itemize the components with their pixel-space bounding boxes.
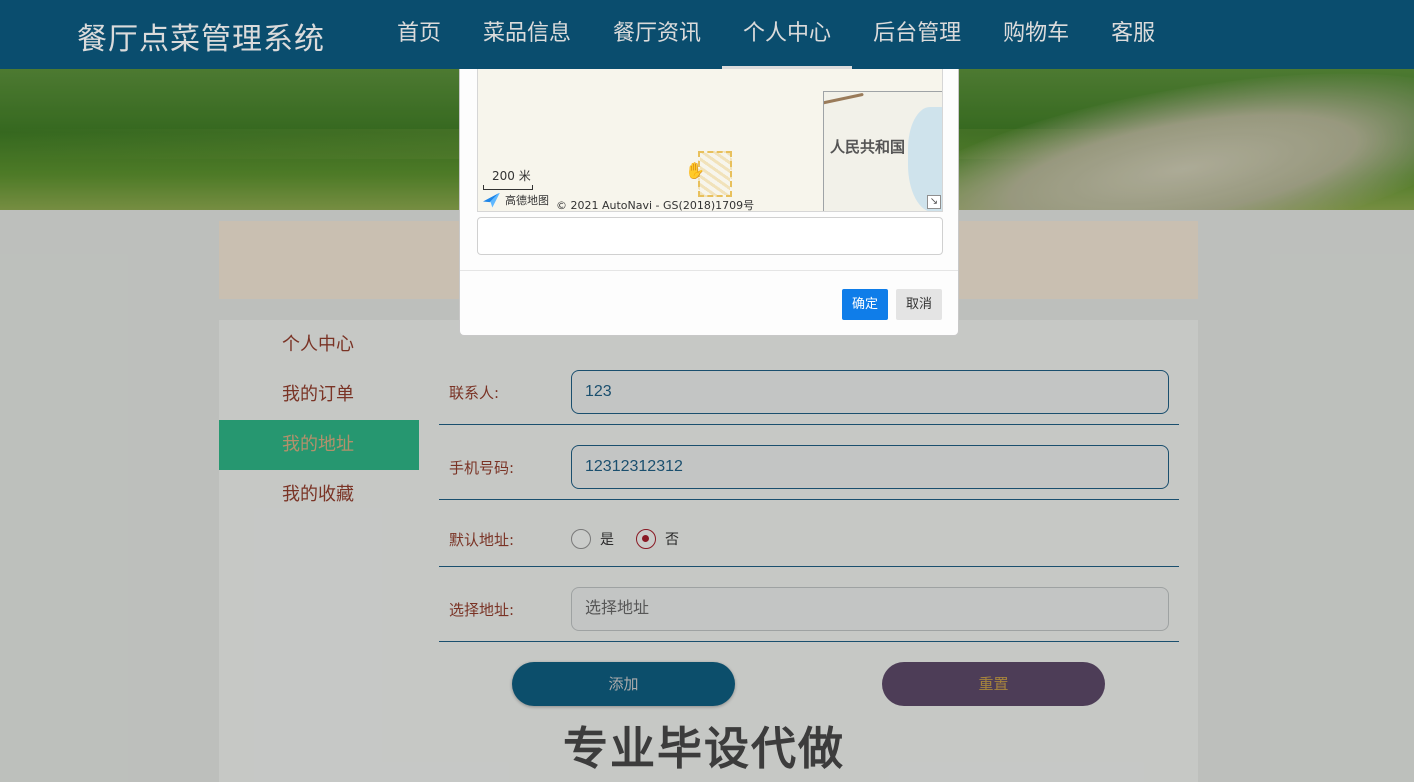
overview-coastline — [824, 92, 864, 107]
add-button[interactable]: 添加 — [512, 662, 735, 706]
main-nav: 首页 菜品信息 餐厅资讯 个人中心 后台管理 购物车 客服 — [376, 0, 1176, 69]
reset-button[interactable]: 重置 — [882, 662, 1105, 706]
map-copyright: © 2021 AutoNavi - GS(2018)1709号 — [556, 199, 755, 212]
radio-no[interactable]: 否 — [636, 529, 679, 549]
dialog-footer: 确定 取消 — [460, 270, 958, 335]
radio-yes[interactable]: 是 — [571, 529, 614, 549]
overview-map[interactable]: 人民共和国 ↘ — [823, 91, 942, 211]
picked-address-field[interactable] — [477, 217, 943, 255]
nav-news[interactable]: 餐厅资讯 — [592, 0, 722, 69]
top-navbar: 餐厅点菜管理系统 首页 菜品信息 餐厅资讯 个人中心 后台管理 购物车 客服 — [0, 0, 1414, 69]
contact-input[interactable]: 123 — [571, 370, 1169, 414]
map-picker-dialog: ✋ 200 米 高德地图 © 2021 AutoNavi - GS(2018)1… — [459, 69, 959, 336]
form-row-contact: 联系人: 123 — [439, 370, 1179, 425]
map-view[interactable]: ✋ 200 米 高德地图 © 2021 AutoNavi - GS(2018)1… — [477, 69, 943, 212]
map-scale-label: 200 米 — [492, 169, 531, 183]
sidebar-item-address[interactable]: 我的地址 — [219, 420, 419, 470]
form-row-default: 默认地址: — [439, 500, 1179, 567]
cancel-button[interactable]: 取消 — [896, 289, 942, 320]
nav-customer-service[interactable]: 客服 — [1090, 0, 1176, 69]
watermark-text: 专业毕设代做 — [563, 722, 846, 775]
address-label: 选择地址: — [449, 601, 515, 619]
phone-label: 手机号码: — [449, 459, 515, 477]
amap-logo-icon — [483, 192, 500, 208]
nav-home[interactable]: 首页 — [376, 0, 462, 69]
phone-input[interactable]: 12312312312 — [571, 445, 1169, 489]
sidebar-item-favorites[interactable]: 我的收藏 — [219, 470, 419, 520]
radio-yes-circle[interactable] — [571, 529, 591, 549]
address-select-input[interactable]: 选择地址 — [571, 587, 1169, 631]
form-row-phone: 手机号码: 12312312312 — [439, 425, 1179, 500]
nav-dishes[interactable]: 菜品信息 — [462, 0, 592, 69]
confirm-button[interactable]: 确定 — [842, 289, 888, 320]
form-row-address: 选择地址: 选择地址 — [439, 567, 1179, 642]
sidebar-item-personal-center[interactable]: 个人中心 — [219, 320, 419, 370]
contact-label: 联系人: — [449, 384, 500, 402]
hand-cursor-icon: ✋ — [685, 161, 705, 180]
nav-cart[interactable]: 购物车 — [982, 0, 1090, 69]
sidebar-menu: 个人中心 我的订单 我的地址 我的收藏 — [219, 320, 419, 520]
radio-yes-label: 是 — [600, 532, 614, 548]
nav-personal-center[interactable]: 个人中心 — [722, 0, 853, 69]
site-title[interactable]: 餐厅点菜管理系统 — [77, 14, 325, 58]
radio-no-circle[interactable] — [636, 529, 656, 549]
nav-admin[interactable]: 后台管理 — [852, 0, 982, 69]
overview-expand-icon[interactable]: ↘ — [927, 195, 941, 209]
radio-no-label: 否 — [665, 532, 679, 548]
amap-logo[interactable]: 高德地图 — [483, 192, 549, 208]
default-address-radios: 是 否 — [571, 529, 701, 549]
overview-country-label: 人民共和国 — [830, 138, 906, 156]
default-address-label: 默认地址: — [449, 531, 515, 549]
sidebar-item-orders[interactable]: 我的订单 — [219, 370, 419, 420]
map-scale-bar — [483, 185, 533, 190]
amap-logo-text: 高德地图 — [505, 194, 549, 207]
